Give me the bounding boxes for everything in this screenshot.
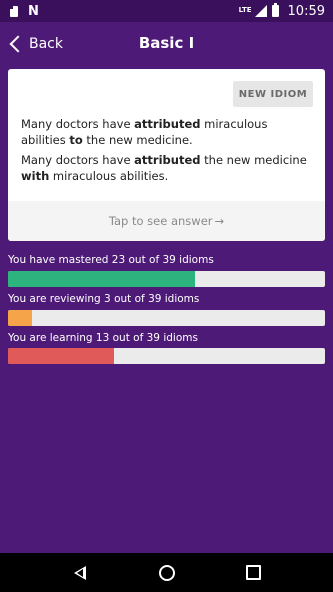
app-bar: Back Basic I	[0, 22, 333, 66]
new-idiom-button[interactable]: NEW IDIOM	[233, 81, 313, 107]
navigation-bar	[0, 553, 333, 592]
example-sentence-1: Many doctors have attributed miraculous …	[21, 116, 313, 148]
sentence-text: the new medicine.	[82, 133, 193, 147]
sentence-bold: attributed	[134, 153, 201, 167]
triangle-back-icon	[73, 565, 86, 580]
circle-home-icon	[158, 564, 175, 581]
sentence-text: the new medicine	[200, 153, 307, 167]
mastered-progress-fill	[8, 271, 195, 287]
sd-card-icon	[10, 5, 18, 17]
nav-recents-button[interactable]	[239, 558, 269, 588]
sentence-bold: with	[21, 169, 50, 183]
sentence-text: Many doctors have	[21, 117, 135, 131]
nav-back-button[interactable]	[65, 558, 95, 588]
status-right: LTE 10:59	[238, 3, 333, 19]
sentence-text: miraculous abilities.	[49, 169, 169, 183]
status-bar: N LTE 10:59	[0, 0, 333, 22]
see-answer-button[interactable]: Tap to see answer →	[8, 201, 325, 241]
nav-home-button[interactable]	[152, 558, 182, 588]
see-answer-label: Tap to see answer	[108, 214, 213, 228]
status-left: N	[0, 4, 39, 19]
example-sentence-2: Many doctors have attributed the new med…	[21, 152, 313, 184]
reviewing-progress-fill	[8, 310, 33, 326]
sentence-bold: to	[69, 133, 83, 147]
idiom-card: NEW IDIOM Many doctors have attributed m…	[8, 69, 325, 241]
square-recents-icon	[246, 565, 261, 580]
arrow-right-icon: →	[214, 214, 225, 228]
sentence-text: Many doctors have	[21, 153, 135, 167]
learning-progress-bar	[8, 348, 325, 364]
battery-icon	[271, 3, 279, 17]
signal-icon	[254, 5, 267, 17]
clock: 10:59	[287, 3, 325, 19]
learning-progress-fill	[8, 348, 114, 364]
reviewing-label: You are reviewing 3 out of 39 idioms	[8, 293, 200, 305]
sentence-bold: attributed	[134, 117, 201, 131]
mastered-label: You have mastered 23 out of 39 idioms	[8, 254, 214, 266]
page-title: Basic I	[138, 34, 195, 52]
mastered-progress-bar	[8, 271, 325, 287]
network-type: LTE	[238, 5, 252, 14]
learning-label: You are learning 13 out of 39 idioms	[8, 332, 198, 344]
n-notification-icon: N	[28, 3, 39, 19]
reviewing-progress-bar	[8, 310, 325, 326]
